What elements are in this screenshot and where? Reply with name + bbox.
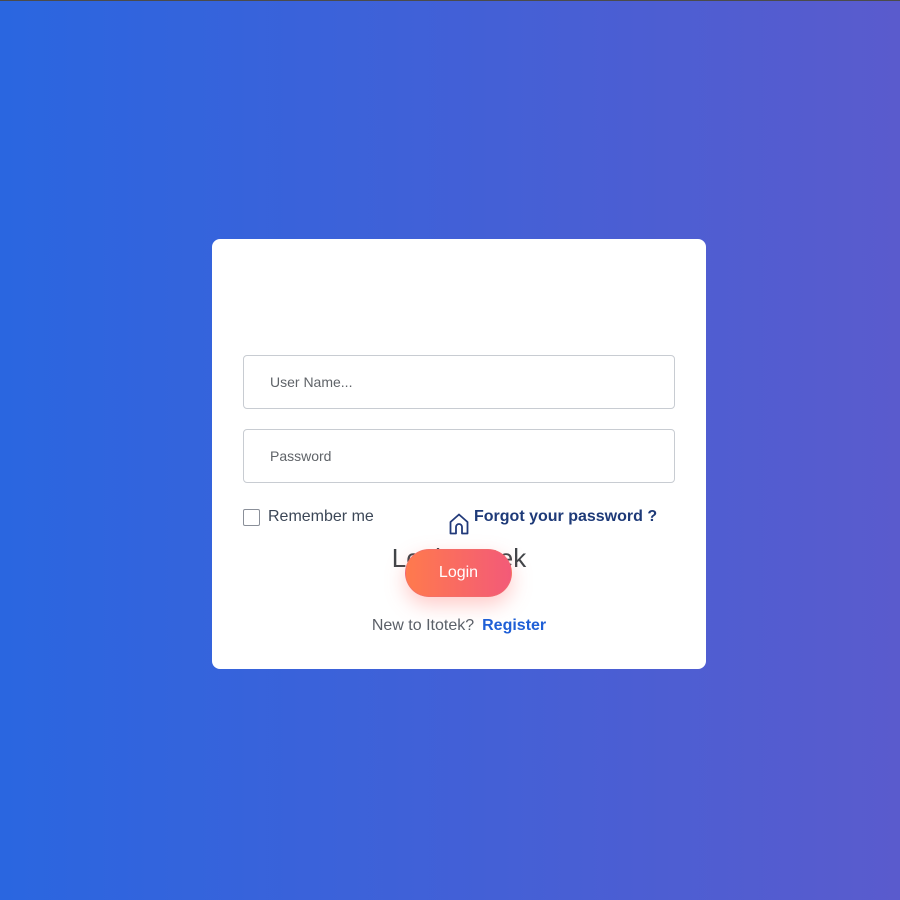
register-row: New to Itotek? Register [212,616,706,636]
register-prompt: New to Itotek? [371,617,475,634]
password-input[interactable] [243,429,675,483]
remember-me-checkbox[interactable] [243,508,260,526]
forgot-password-link[interactable]: Forgot your password ? [474,507,657,527]
remember-me-label: Remember me [268,508,374,525]
username-input[interactable] [243,355,675,409]
login-button[interactable]: Login [405,549,512,597]
home-icon [449,513,469,535]
register-link[interactable]: Register [482,617,546,634]
login-card: Login Itotek Remember me Forgot your pas… [212,239,706,669]
top-border [0,0,900,1]
remember-me-option[interactable]: Remember me [243,507,374,527]
